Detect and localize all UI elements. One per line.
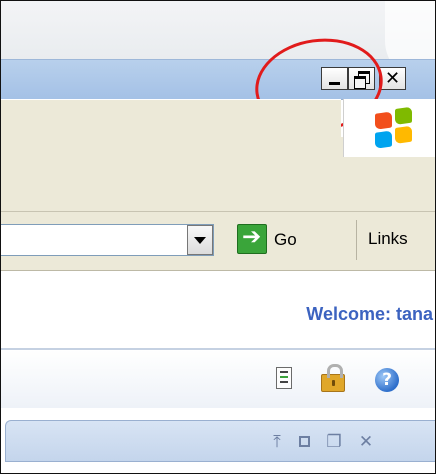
windows-logo-icon (375, 106, 415, 152)
browser-window: ✕ Go Links Welcome: tana ? ⤒ ❐ (0, 0, 436, 474)
window-background (1, 1, 435, 81)
toolbar-separator (356, 220, 357, 260)
go-arrow-icon (237, 224, 267, 254)
report-icon[interactable] (276, 367, 292, 389)
address-bar: Go Links (1, 212, 435, 271)
go-button[interactable]: Go (235, 224, 327, 256)
close-icon: ✕ (384, 68, 401, 89)
welcome-text: Welcome: tana (306, 304, 433, 324)
menu-bar (1, 99, 341, 138)
go-label: Go (274, 230, 297, 249)
help-icon[interactable]: ? (375, 368, 399, 392)
address-dropdown-button[interactable] (187, 225, 213, 255)
page-toolbar (1, 350, 435, 408)
restore-panel-icon[interactable]: ❐ (325, 433, 343, 451)
page-content: Welcome: tana ? ⤒ ❐ ✕ (1, 271, 435, 473)
portlet-header: ⤒ ❐ ✕ (5, 420, 435, 462)
maximize-icon[interactable] (296, 433, 314, 451)
standard-toolbar-end (343, 157, 435, 212)
pin-icon[interactable]: ⤒ (268, 433, 286, 451)
address-input[interactable] (1, 224, 214, 256)
close-button[interactable]: ✕ (379, 67, 406, 90)
standard-toolbar (1, 137, 343, 212)
links-button[interactable]: Links (368, 229, 408, 249)
close-panel-icon[interactable]: ✕ (357, 433, 375, 451)
lock-icon[interactable] (321, 364, 345, 392)
